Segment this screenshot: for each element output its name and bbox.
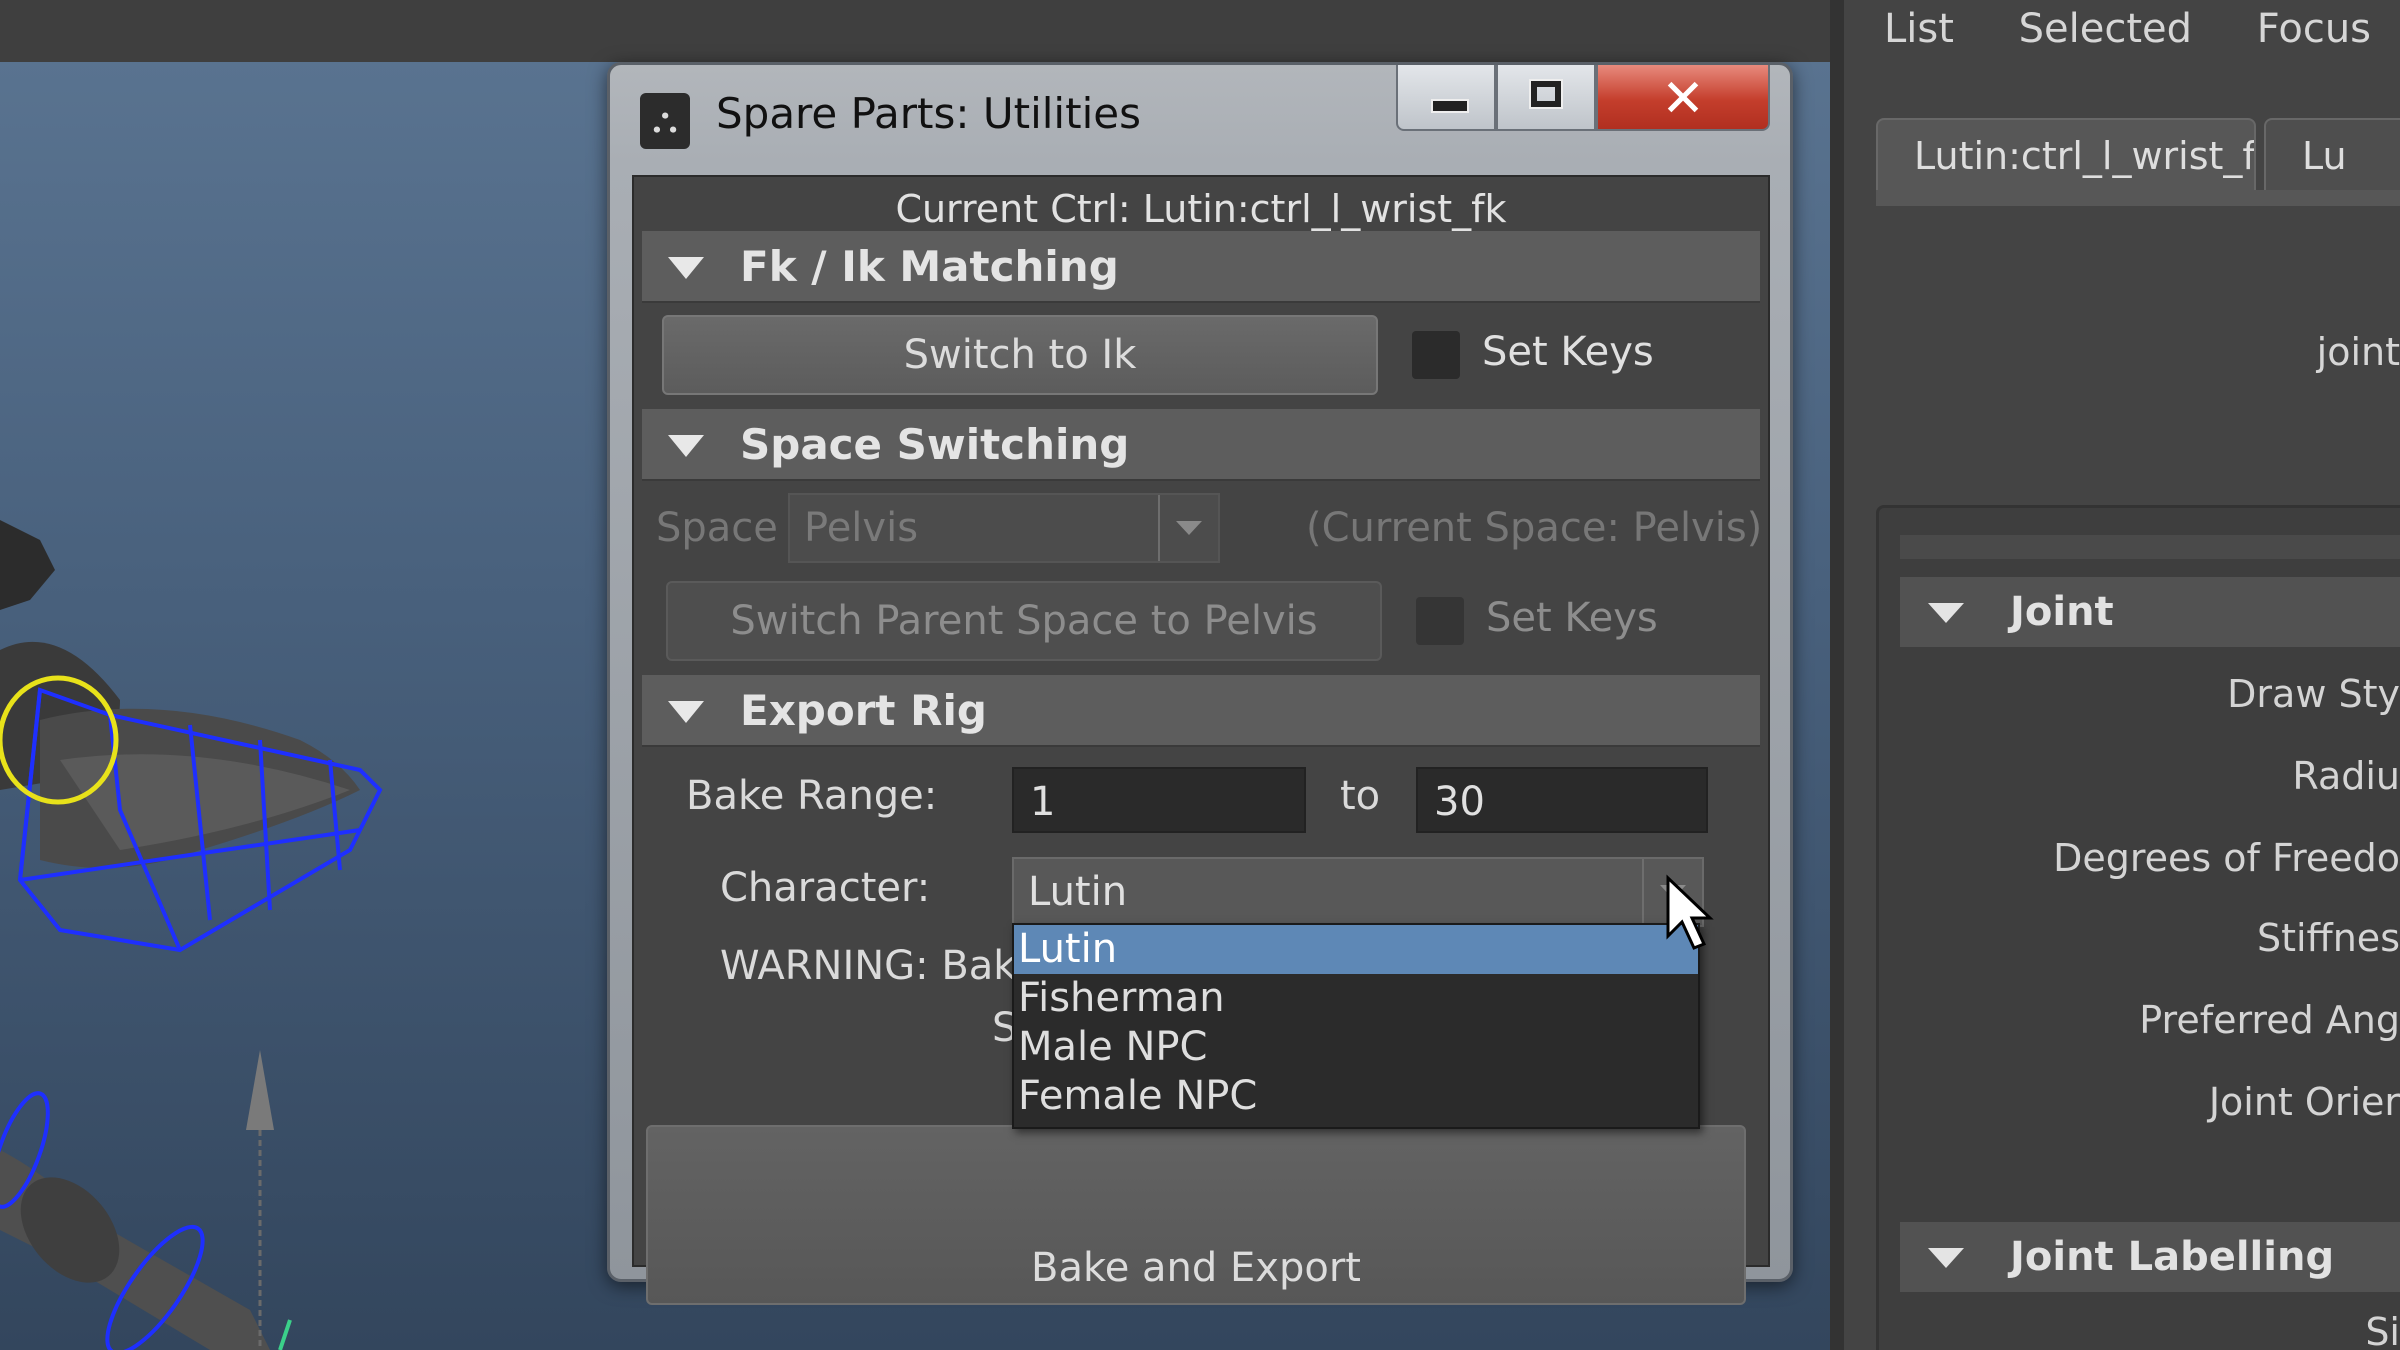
bake-and-export-label: Bake and Export — [1031, 1245, 1361, 1291]
attribute-scroll-top — [1900, 535, 2400, 559]
menu-selected[interactable]: Selected — [2019, 6, 2192, 52]
maya-app-icon: ⛬ — [640, 93, 690, 149]
attr-joint-orient: Joint Orier — [2208, 1080, 2400, 1124]
expand-triangle-icon — [1928, 603, 1964, 623]
collapse-triangle-icon — [668, 435, 704, 457]
window-controls: ✕ — [1396, 65, 1770, 135]
space-dropdown[interactable]: Pelvis — [788, 493, 1220, 563]
section-label: Joint — [2010, 589, 2114, 635]
character-dropdown-value: Lutin — [1028, 869, 1128, 915]
close-icon: ✕ — [1661, 69, 1705, 129]
collapse-triangle-icon — [668, 701, 704, 723]
collapse-triangle-icon — [668, 257, 704, 279]
menu-list[interactable]: List — [1884, 6, 1954, 52]
current-ctrl-label: Current Ctrl: Lutin:ctrl_l_wrist_fk — [895, 187, 1507, 231]
bake-range-label: Bake Range: — [686, 773, 938, 819]
warning-label: WARNING: Bakir — [720, 943, 1045, 989]
character-label: Character: — [720, 865, 931, 911]
bake-range-start-field[interactable]: 1 — [1012, 767, 1306, 833]
fk-ik-set-keys-checkbox[interactable] — [1412, 331, 1460, 379]
section-label: Export Rig — [740, 686, 987, 735]
attr-degrees-of-freedom: Degrees of Freedo — [2053, 836, 2400, 880]
section-label: Space Switching — [740, 420, 1130, 469]
minimize-icon — [1431, 99, 1469, 113]
tab-second-node[interactable]: Lu — [2264, 118, 2400, 190]
section-fk-ik-matching[interactable]: Fk / Ik Matching — [642, 231, 1760, 303]
character-dropdown-list: Lutin Fisherman Male NPC Female NPC — [1012, 923, 1700, 1129]
attr-stiffness: Stiffnes — [2256, 916, 2400, 960]
section-export-rig[interactable]: Export Rig — [642, 675, 1760, 747]
dropdown-option-lutin[interactable]: Lutin — [1014, 925, 1698, 974]
space-set-keys-label: Set Keys — [1486, 595, 1658, 641]
current-space-label: (Current Space: Pelvis) — [1306, 505, 1763, 551]
node-type-label: joint — [2316, 330, 2400, 374]
section-label: Joint Labelling — [2010, 1234, 2335, 1280]
space-dropdown-value: Pelvis — [804, 505, 919, 551]
section-space-switching[interactable]: Space Switching — [642, 409, 1760, 481]
attribute-editor-menubar: List Selected Focus A — [1884, 6, 2400, 52]
section-label: Fk / Ik Matching — [740, 242, 1119, 291]
switch-to-ik-button[interactable]: Switch to Ik — [662, 315, 1378, 395]
minimize-button[interactable] — [1396, 65, 1496, 131]
attr-preferred-angle: Preferred Ang — [2139, 998, 2400, 1042]
to-label: to — [1340, 773, 1381, 819]
tab-ctrl-l-wrist-fk[interactable]: Lutin:ctrl_l_wrist_fk — [1876, 118, 2256, 190]
attr-side: Si — [2365, 1310, 2400, 1350]
dropdown-option-female-npc[interactable]: Female NPC — [1014, 1072, 1698, 1121]
bake-range-end-field[interactable]: 30 — [1416, 767, 1708, 833]
mouse-cursor-icon — [1666, 874, 1714, 950]
menu-focus[interactable]: Focus — [2257, 6, 2371, 52]
close-button[interactable]: ✕ — [1596, 65, 1770, 131]
tab-strip — [1876, 190, 2400, 206]
expand-triangle-icon — [1928, 1248, 1964, 1268]
dropdown-arrow — [1158, 495, 1218, 561]
maximize-button[interactable] — [1496, 65, 1596, 131]
section-joint[interactable]: Joint — [1900, 577, 2400, 647]
attribute-editor: List Selected Focus A Lutin:ctrl_l_wrist… — [1830, 0, 2400, 1350]
fk-ik-set-keys-label: Set Keys — [1482, 329, 1654, 375]
section-joint-labelling[interactable]: Joint Labelling — [1900, 1222, 2400, 1292]
maximize-icon — [1529, 79, 1563, 109]
attr-radius: Radiu — [2292, 754, 2400, 798]
dropdown-option-male-npc[interactable]: Male NPC — [1014, 1023, 1698, 1072]
panel-splitter[interactable] — [1830, 0, 1844, 1350]
chevron-down-icon — [1176, 521, 1202, 535]
space-set-keys-checkbox[interactable] — [1416, 597, 1464, 645]
bake-and-export-button[interactable]: Bake and Export — [646, 1125, 1746, 1305]
space-label: Space — [656, 505, 778, 551]
switch-parent-space-button[interactable]: Switch Parent Space to Pelvis — [666, 581, 1382, 661]
attr-draw-style: Draw Sty — [2227, 672, 2400, 716]
dropdown-option-fisherman[interactable]: Fisherman — [1014, 974, 1698, 1023]
window-titlebar[interactable]: ⛬ Spare Parts: Utilities ✕ — [610, 65, 1790, 175]
character-dropdown[interactable]: Lutin — [1012, 857, 1704, 927]
window-title: Spare Parts: Utilities — [716, 89, 1141, 138]
